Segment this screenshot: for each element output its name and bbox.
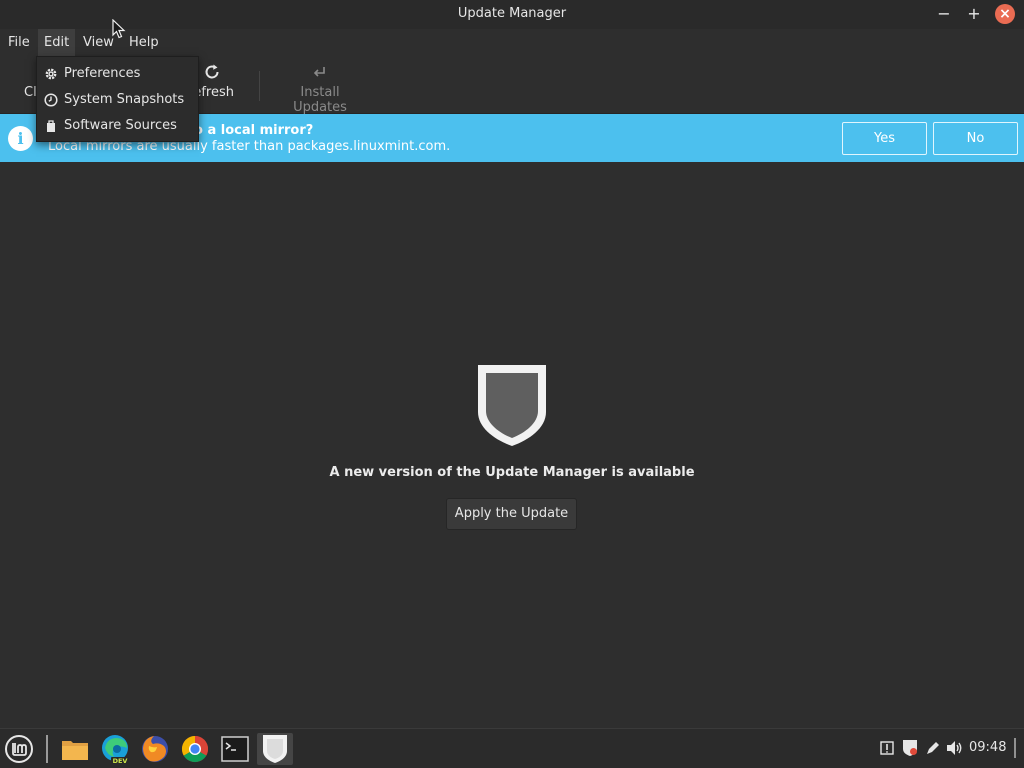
edge-dev-badge: DEV <box>113 757 128 765</box>
show-desktop-button[interactable] <box>1010 738 1020 758</box>
maximize-button[interactable]: + <box>964 4 984 24</box>
menu-edit[interactable]: Edit <box>38 29 76 56</box>
terminal-icon[interactable] <box>219 733 251 765</box>
pen-icon[interactable] <box>924 739 942 757</box>
chrome-icon[interactable] <box>179 733 211 765</box>
firefox-icon[interactable] <box>139 733 171 765</box>
taskbar: DEV 09:48 <box>0 728 1024 768</box>
files-icon[interactable] <box>59 733 91 765</box>
notification-icon[interactable] <box>878 739 896 757</box>
update-manager-task[interactable] <box>257 733 293 765</box>
title-bar: Update Manager − + × <box>0 0 1024 29</box>
menu-item-preferences[interactable]: Preferences <box>37 61 198 87</box>
menu-bar: File Edit View Help <box>0 29 1024 56</box>
package-icon <box>44 119 58 133</box>
apply-update-button[interactable]: Apply the Update <box>446 498 577 530</box>
system-snapshots-label: System Snapshots <box>64 92 185 107</box>
edge-dev-icon[interactable]: DEV <box>99 733 131 765</box>
close-button[interactable]: × <box>995 4 1015 24</box>
edit-menu-dropdown: Preferences System Snapshots Software So… <box>36 56 199 142</box>
gear-icon <box>44 67 58 81</box>
menu-help[interactable]: Help <box>123 29 165 56</box>
yes-button[interactable]: Yes <box>842 122 927 155</box>
shield-icon <box>475 362 549 448</box>
install-updates-button[interactable]: Install Updates <box>272 62 368 115</box>
menu-item-system-snapshots[interactable]: System Snapshots <box>37 87 198 113</box>
volume-icon[interactable] <box>946 739 964 757</box>
toolbar-separator <box>259 71 260 101</box>
clock-icon <box>44 93 58 107</box>
software-sources-label: Software Sources <box>64 118 177 133</box>
no-button[interactable]: No <box>933 122 1018 155</box>
window-title: Update Manager <box>457 6 567 21</box>
mouse-cursor-icon <box>112 18 126 39</box>
taskbar-separator <box>46 735 48 763</box>
mint-menu-icon[interactable] <box>3 733 35 765</box>
update-shield-tray-icon[interactable] <box>901 739 919 757</box>
info-icon: i <box>8 126 33 151</box>
minimize-button[interactable]: − <box>934 4 954 24</box>
preferences-label: Preferences <box>64 66 141 81</box>
menu-item-software-sources[interactable]: Software Sources <box>37 113 198 139</box>
infobar-title: o a local mirror? <box>194 123 314 138</box>
install-icon <box>272 62 368 82</box>
clock[interactable]: 09:48 <box>969 740 1006 755</box>
install-updates-label: Install Updates <box>293 85 347 115</box>
menu-file[interactable]: File <box>2 29 36 56</box>
update-available-message: A new version of the Update Manager is a… <box>329 465 695 480</box>
